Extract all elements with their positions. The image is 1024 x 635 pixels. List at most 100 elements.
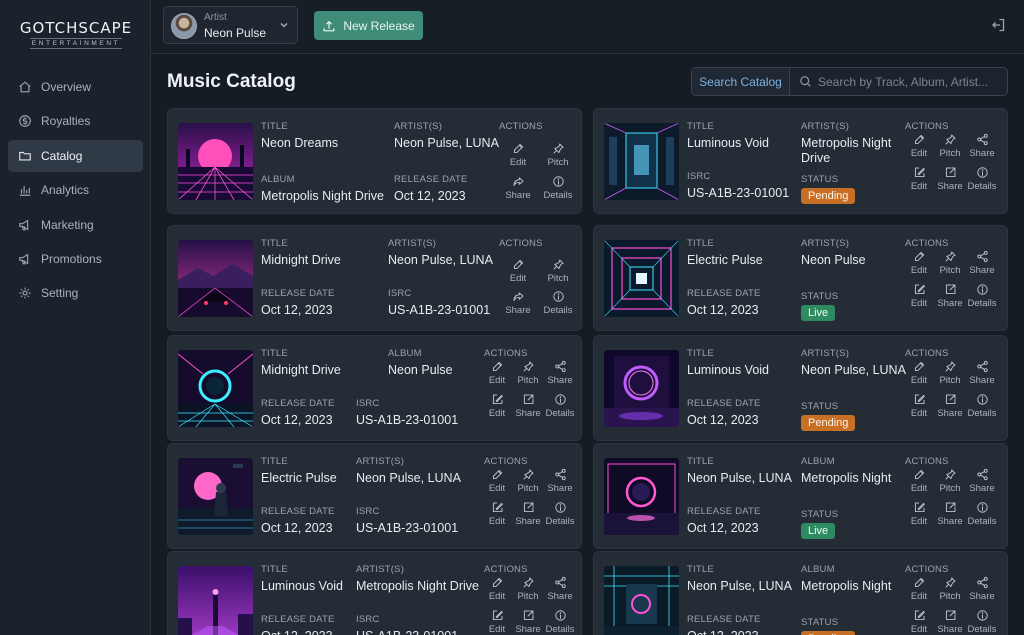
upload-icon	[323, 20, 335, 31]
sidebar-item-promotions[interactable]: Promotions	[8, 243, 143, 275]
edit-action[interactable]: Edit	[482, 360, 512, 386]
share-action[interactable]: Share	[503, 175, 533, 201]
catalog-card[interactable]: TITLE Luminous Void ARTIST(S) Metropolis Ni…	[167, 551, 582, 635]
pitch-action[interactable]: Pitch	[543, 258, 573, 284]
sidebar-item-analytics[interactable]: Analytics	[8, 174, 143, 206]
external-link-icon	[945, 502, 955, 513]
pitch-action[interactable]: Pitch	[935, 360, 965, 386]
share-action[interactable]: Share	[545, 576, 575, 602]
share-action-2[interactable]: Share	[513, 393, 543, 419]
details-action[interactable]: Details	[545, 609, 575, 635]
share-nodes-icon	[554, 576, 566, 589]
share-action[interactable]: Share	[967, 468, 997, 494]
share-action-2[interactable]: Share	[935, 501, 965, 527]
details-action[interactable]: Details	[967, 501, 997, 527]
share-action[interactable]: Share	[967, 360, 997, 386]
pitch-action[interactable]: Pitch	[935, 468, 965, 494]
share-action-2[interactable]: Share	[513, 609, 543, 635]
release-date-value: Oct 12, 2023	[261, 413, 333, 427]
edit-action-2[interactable]: Edit	[904, 283, 934, 309]
pitch-action[interactable]: Pitch	[935, 250, 965, 276]
details-action[interactable]: Details	[543, 290, 573, 316]
share-action-2[interactable]: Share	[935, 609, 965, 635]
release-date-value: Oct 12, 2023	[687, 413, 759, 427]
album-art	[178, 458, 253, 535]
share-action[interactable]: Share	[545, 468, 575, 494]
edit-action-2[interactable]: Edit	[904, 166, 934, 192]
external-link-icon	[945, 610, 955, 621]
details-action[interactable]: Details	[545, 393, 575, 419]
edit-action[interactable]: Edit	[482, 576, 512, 602]
details-action[interactable]: Details	[545, 501, 575, 527]
share-action[interactable]: Share	[545, 360, 575, 386]
pitch-action[interactable]: Pitch	[513, 360, 543, 386]
album-art-image	[604, 566, 679, 635]
pitch-action[interactable]: Pitch	[513, 576, 543, 602]
album-art	[178, 350, 253, 427]
track-title: Neon Pulse, LUNA	[687, 579, 792, 593]
edit-action-2[interactable]: Edit	[482, 393, 512, 419]
pitch-action-label: Pitch	[939, 148, 961, 159]
catalog-card[interactable]: TITLE Luminous Void ARTIST(S) Neon Pulse, L…	[593, 335, 1008, 441]
sidebar-item-marketing[interactable]: Marketing	[8, 209, 143, 241]
pin-icon	[945, 251, 955, 262]
catalog-card[interactable]: TITLE Electric Pulse ARTIST(S) Neon Pulse RE…	[593, 225, 1008, 331]
details-action[interactable]: Details	[543, 175, 573, 201]
release-date-field: RELEASE DATE Oct 12, 2023	[261, 614, 335, 635]
edit-action[interactable]: Edit	[904, 250, 934, 276]
details-action-label: Details	[967, 624, 997, 635]
share-action[interactable]: Share	[967, 576, 997, 602]
details-action[interactable]: Details	[967, 283, 997, 309]
artists-value: Neon Pulse, LUNA	[388, 253, 493, 267]
edit-action-2[interactable]: Edit	[904, 609, 934, 635]
catalog-card[interactable]: TITLE Midnight Drive ALBUM Neon Pulse RELEAS…	[167, 335, 582, 441]
sidebar-item-catalog[interactable]: Catalog	[8, 139, 143, 172]
share-action[interactable]: Share	[967, 133, 997, 159]
album-art	[604, 458, 679, 535]
pitch-action[interactable]: Pitch	[935, 133, 965, 159]
search-input[interactable]	[818, 68, 1004, 95]
share-action[interactable]: Share	[503, 290, 533, 316]
edit-action[interactable]: Edit	[904, 360, 934, 386]
catalog-card[interactable]: TITLE Neon Dreams ARTIST(S) Neon Pulse, LUN…	[167, 108, 582, 214]
catalog-card[interactable]: TITLE Luminous Void ARTIST(S) Metropolis Ni…	[593, 108, 1008, 214]
pitch-action[interactable]: Pitch	[935, 576, 965, 602]
catalog-card[interactable]: TITLE Neon Pulse, LUNA ALBUM Metropolis Nig…	[593, 443, 1008, 549]
share-action-2[interactable]: Share	[935, 283, 965, 309]
status-field-label: STATUS	[801, 174, 839, 185]
share-action-2[interactable]: Share	[935, 166, 965, 192]
edit-action[interactable]: Edit	[503, 258, 533, 284]
pitch-action[interactable]: Pitch	[543, 142, 573, 168]
catalog-card[interactable]: TITLE Midnight Drive ARTIST(S) Neon Pulse, …	[167, 225, 582, 331]
pitch-action[interactable]: Pitch	[513, 468, 543, 494]
new-release-button[interactable]: New Release	[314, 11, 423, 40]
edit-action-2[interactable]: Edit	[482, 501, 512, 527]
catalog-card[interactable]: TITLE Neon Pulse, LUNA ALBUM Metropolis Nig…	[593, 551, 1008, 635]
edit-action-2[interactable]: Edit	[904, 393, 934, 419]
edit-action[interactable]: Edit	[904, 468, 934, 494]
share-action-2[interactable]: Share	[935, 393, 965, 419]
details-action[interactable]: Details	[967, 166, 997, 192]
edit-action[interactable]: Edit	[904, 133, 934, 159]
edit-action[interactable]: Edit	[904, 576, 934, 602]
details-action[interactable]: Details	[967, 609, 997, 635]
artist-selector[interactable]: Artist Neon Pulse	[163, 6, 298, 44]
details-action[interactable]: Details	[967, 393, 997, 419]
edit-action-2[interactable]: Edit	[482, 609, 512, 635]
artists-value: Neon Pulse, LUNA	[801, 363, 906, 377]
brand-logo[interactable]: GOTCHSCAPE ENTERTAINMENT	[16, 19, 136, 49]
share-action[interactable]: Share	[967, 250, 997, 276]
pin-icon	[945, 577, 955, 588]
edit-action[interactable]: Edit	[503, 142, 533, 168]
edit-action-2[interactable]: Edit	[904, 501, 934, 527]
share-action-2[interactable]: Share	[513, 501, 543, 527]
sidebar-item-setting[interactable]: Setting	[8, 277, 143, 309]
logout-icon[interactable]	[990, 17, 1006, 33]
release-date-value: Oct 12, 2023	[394, 189, 466, 203]
edit-action[interactable]: Edit	[482, 468, 512, 494]
catalog-card[interactable]: TITLE Electric Pulse ARTIST(S) Neon Pulse, …	[167, 443, 582, 549]
search-catalog-button[interactable]: Search Catalog	[692, 68, 790, 95]
sidebar-item-royalties[interactable]: Royalties	[8, 105, 143, 137]
title-field-label: TITLE	[687, 348, 714, 359]
sidebar-item-overview[interactable]: Overview	[8, 71, 143, 103]
